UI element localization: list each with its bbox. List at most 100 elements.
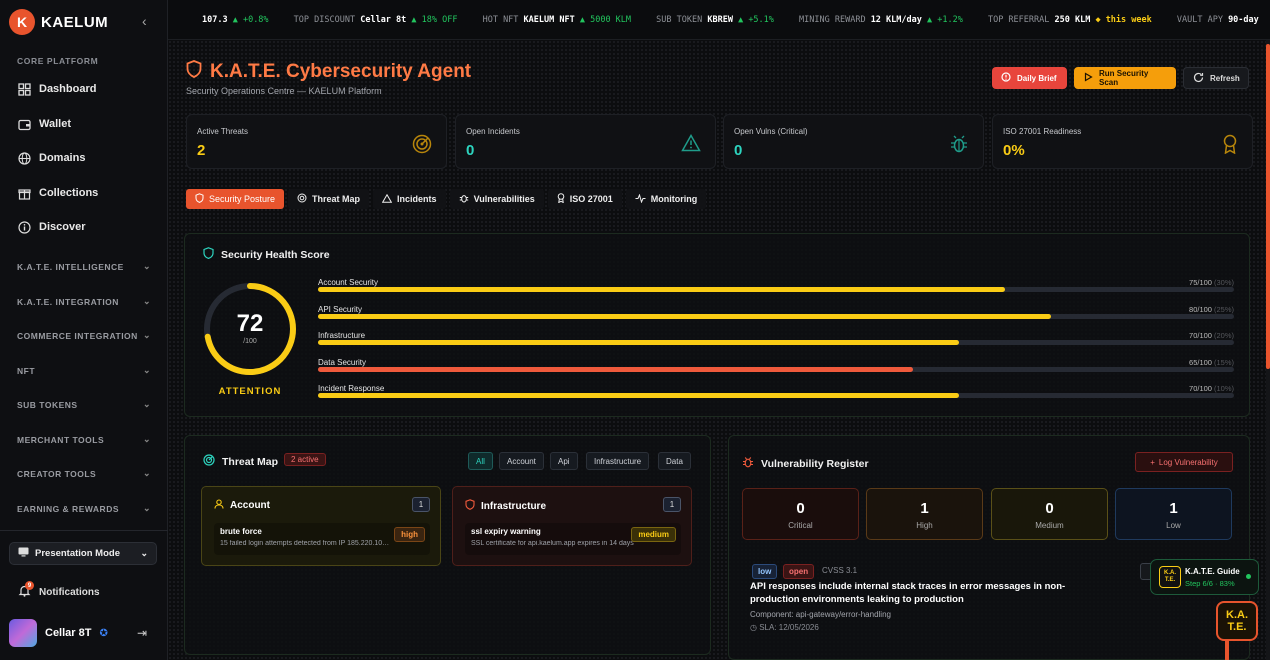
log-vulnerability-button[interactable]: + Log Vulnerability [1135,452,1233,472]
vuln-count-label: Medium [1035,521,1064,530]
threat-card-account[interactable]: Account 1 brute force 15 failed login at… [201,486,441,566]
filter-infrastructure[interactable]: Infrastructure [586,452,650,470]
metric-value: 70/100 (20%) [1189,331,1234,340]
metric-label: API Security [318,305,363,314]
run-security-scan-button[interactable]: Run Security Scan [1074,67,1176,89]
page-title-text: K.A.T.E. Cybersecurity Agent [210,60,472,82]
kaelum-logo-icon: K [9,9,35,35]
sidebar-group-earning-rewards[interactable]: EARNING & REWARDS ⌄ [17,503,151,514]
tab-threat-map[interactable]: Threat Map [288,189,370,209]
metric-value: 70/100 (10%) [1189,384,1234,393]
ticker-item: TOP REFERRAL 250 KLM ◆ this week [988,0,1152,39]
ticker-item: VAULT APY 90-day [1176,0,1259,39]
sidebar-group-nft[interactable]: NFT ⌄ [17,365,151,376]
notifications-link[interactable]: 9 Notifications [18,581,100,600]
health-card-title: Security Health Score [203,247,330,262]
tab-security-posture[interactable]: Security Posture [186,189,285,209]
group-label: CREATOR TOOLS [17,468,97,479]
tab-iso-27001[interactable]: ISO 27001 [547,189,622,209]
filter-data[interactable]: Data [658,452,691,470]
log-vulnerability-label: Log Vulnerability [1158,457,1218,467]
ticker-value: 12 KLM/day [870,15,922,25]
sidebar-group-sub-tokens[interactable]: SUB TOKENS ⌄ [17,399,151,410]
ticker-value: KAELUM NFT [523,15,575,25]
logout-icon[interactable]: ⇥ [137,626,147,640]
filter-api[interactable]: Api [550,452,578,470]
sidebar-group-merchant-tools[interactable]: MERCHANT TOOLS ⌄ [17,434,151,445]
avatar [9,619,37,647]
sidebar-group-kate-integration[interactable]: K.A.T.E. INTEGRATION ⌄ [17,296,151,307]
scrollbar-thumb[interactable] [1266,44,1270,369]
ticker-value: Cellar 8t [360,15,407,25]
sidebar-item-label: Discover [39,221,86,233]
ticker-change: ◆ this week [1095,15,1152,25]
vuln-count-value: 0 [796,500,805,517]
tab-monitoring[interactable]: Monitoring [625,189,707,209]
ticker-item: SUB TOKEN KBREW ▲ +5.1% [656,0,774,39]
filter-all[interactable]: All [468,452,493,470]
metric-label: Infrastructure [318,331,366,340]
vuln-count-critical[interactable]: 0 Critical [742,488,859,540]
daily-brief-label: Daily Brief [1017,73,1057,83]
vuln-component: Component: api-gateway/error-handling [750,610,891,619]
gift-icon [17,186,31,200]
threat-card-header: Infrastructure [465,499,546,513]
metric-bar-track [318,340,1234,345]
ticker-value: 107.3 [202,15,228,25]
threat-item[interactable]: brute force 15 failed login attempts det… [214,523,430,555]
kate-assistant-button[interactable]: K.A. T.E. [1216,601,1258,641]
chevron-left-icon[interactable]: ‹ [142,13,147,29]
vuln-entry-title[interactable]: API responses include internal stack tra… [750,580,1090,606]
tab-incidents[interactable]: Incidents [373,189,446,209]
metric-bar-track [318,314,1234,319]
tab-vulnerabilities[interactable]: Vulnerabilities [449,189,544,209]
metric-value: 80/100 (25%) [1189,305,1234,314]
presentation-mode-label: Presentation Mode [35,548,120,559]
threat-item-desc: SSL certificate for api.kaelum.app expir… [471,540,634,547]
chevron-down-icon: ⌄ [142,399,151,409]
threat-item[interactable]: ssl expiry warning SSL certificate for a… [465,523,681,555]
refresh-button[interactable]: Refresh [1183,67,1249,89]
grid-icon [17,82,31,96]
sidebar-item-dashboard[interactable]: Dashboard [17,82,96,96]
metric-score-text: 80/100 [1189,305,1212,314]
radar-icon [412,134,432,159]
sidebar-item-domains[interactable]: Domains [17,151,85,165]
presentation-mode-select[interactable]: Presentation Mode ⌄ [9,542,157,565]
group-label: EARNING & REWARDS [17,503,120,514]
sidebar-item-wallet[interactable]: Wallet [17,117,71,131]
vuln-count-high[interactable]: 1 High [866,488,983,540]
vuln-count-low[interactable]: 1 Low [1115,488,1232,540]
user-profile[interactable]: Cellar 8T ✪ [9,619,108,647]
sidebar-group-kate-intelligence[interactable]: K.A.T.E. INTELLIGENCE ⌄ [17,261,151,272]
health-metric-row: Account Security 75/100 (30%) [318,278,1234,292]
metric-score-text: 70/100 [1189,331,1212,340]
sidebar-group-creator-tools[interactable]: CREATOR TOOLS ⌄ [17,468,151,479]
shield-icon [195,193,204,205]
ticker-item: HOT NFT KAELUM NFT ▲ 5000 KLM [483,0,631,39]
threat-card-infrastructure[interactable]: Infrastructure 1 ssl expiry warning SSL … [452,486,692,566]
sidebar-item-discover[interactable]: Discover [17,220,85,234]
severity-badge: high [394,527,425,542]
guide-title: K.A.T.E. Guide [1185,567,1240,576]
stat-value: 2 [197,142,206,159]
stat-iso-readiness: ISO 27001 Readiness 0% [992,114,1253,169]
sidebar-item-label: Wallet [39,118,71,130]
guide-step: Step 6/6 · 83% [1185,579,1235,588]
kate-guide-widget[interactable]: K.A. T.E. K.A.T.E. Guide Step 6/6 · 83% [1150,559,1259,595]
vuln-count-medium[interactable]: 0 Medium [991,488,1108,540]
tab-label: Threat Map [312,194,361,204]
filter-account[interactable]: Account [499,452,544,470]
brand-logo[interactable]: K KAELUM [9,9,108,35]
bug-icon [949,134,969,159]
stat-open-incidents: Open Incidents 0 [455,114,716,169]
chevron-down-icon: ⌄ [142,503,151,513]
online-status-dot [1246,574,1251,579]
sidebar-item-collections[interactable]: Collections [17,186,98,200]
daily-brief-button[interactable]: Daily Brief [992,67,1067,89]
vuln-status-badge: open [783,564,815,579]
monitor-icon [18,547,29,560]
ticker-label: VAULT APY [1176,15,1223,25]
health-score-max: /100 [243,338,257,345]
sidebar-group-commerce-integration[interactable]: COMMERCE INTEGRATION ⌄ [17,330,151,341]
